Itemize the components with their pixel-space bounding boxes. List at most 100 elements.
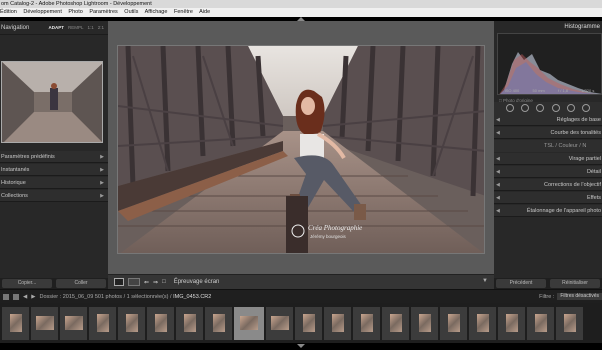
thumbnail-image [360,314,373,332]
hsl-tab[interactable]: TSL [544,143,554,149]
film-thumb[interactable] [498,306,525,340]
crop-tool-icon[interactable] [505,104,514,112]
menu-help[interactable]: Aide [199,9,210,15]
film-thumb-selected[interactable] [234,306,264,340]
thumbnail-image [534,314,547,332]
film-thumb[interactable] [382,306,409,340]
film-thumb[interactable] [324,306,351,340]
calibration-panel[interactable]: ◀ Étalonnage de l'appareil photo [494,205,602,217]
left-panel: Navigation ADAPT REMPL 1:1 2:1 Paramètre… [0,21,108,289]
film-thumb[interactable] [353,306,380,340]
menu-bar: Édition Développement Photo Paramètres O… [0,8,602,17]
thumbnail-image [389,314,402,332]
tool-strip [494,102,602,114]
triangle-left-icon: ◀ [496,208,500,214]
zoom-2-1[interactable]: 2:1 [98,25,104,30]
snapshots-panel[interactable]: Instantanés ▶ [0,164,108,176]
arrow-left-icon[interactable]: ⇐ [144,279,149,286]
file-name: IMG_0453.CR2 [173,293,212,300]
histogram[interactable]: ISO 400 50 mm f / 1,8 1/320 s [497,33,602,95]
film-thumb[interactable] [176,306,203,340]
film-thumb[interactable] [31,306,58,340]
basic-label: Réglages de base [556,117,601,123]
menu-tools[interactable]: Outils [124,9,138,15]
film-thumb[interactable] [205,306,232,340]
main-photo[interactable]: Créa Photographie Jérémy bourgeois [117,45,485,254]
effects-panel[interactable]: ◀ Effets [494,192,602,204]
photo-count: 501 photos / 1 sélectionnée(s) / [94,293,172,300]
adjustment-brush-icon[interactable] [582,104,591,112]
film-thumb[interactable] [469,306,496,340]
film-thumb[interactable] [295,306,322,340]
exif-aperture: f / 1,8 [558,88,569,93]
lens-corrections-panel[interactable]: ◀ Corrections de l'objectif [494,179,602,191]
secondary-display-icon[interactable] [13,293,19,300]
navigator-header[interactable]: Navigation ADAPT REMPL 1:1 2:1 [0,21,108,35]
split-toning-panel[interactable]: ◀ Virage partiel [494,153,602,165]
back-arrow-icon[interactable]: ◀ [23,294,27,300]
menu-edit[interactable]: Édition [0,9,17,15]
detail-panel[interactable]: ◀ Détail [494,166,602,178]
triangle-right-icon: ▶ [100,180,104,186]
window-titlebar: om Catalog-2 - Adobe Photoshop Lightroom… [0,0,602,8]
film-thumb[interactable] [147,306,174,340]
film-thumb[interactable] [118,306,145,340]
previous-button[interactable]: Précédent [496,279,546,288]
zoom-fill[interactable]: REMPL [68,25,84,30]
watermark-line1: Créa Photographie [308,224,362,232]
copy-button[interactable]: Copier... [2,279,52,288]
menu-window[interactable]: Fenêtre [174,9,193,15]
thumbnail-image [270,316,289,330]
menu-view[interactable]: Affichage [145,9,168,15]
right-bottom-bar: Précédent Réinitialiser [494,278,602,289]
window-title: om Catalog-2 - Adobe Photoshop Lightroom… [1,1,152,7]
presets-panel[interactable]: Paramètres prédéfinis ▶ [0,151,108,163]
menu-settings[interactable]: Paramètres [89,9,117,15]
color-tab[interactable]: Couleur [558,143,577,149]
lens-corrections-label: Corrections de l'objectif [544,182,601,188]
triangle-right-icon: ▶ [100,154,104,160]
graduated-filter-icon[interactable] [551,104,560,112]
zoom-1-1[interactable]: 1:1 [87,25,93,30]
develop-toolbar: ⇐ ⇒ □ Épreuvage écran ▼ [108,274,494,289]
bw-tab[interactable]: N [582,143,586,149]
film-thumb[interactable] [556,306,583,340]
film-thumb[interactable] [266,306,293,340]
red-eye-icon[interactable] [536,104,545,112]
filter-select[interactable]: Filtres désactivés [557,293,602,300]
bottom-panel-toggle[interactable] [0,343,602,350]
softproof-checkbox[interactable]: □ [162,279,166,285]
navigator-preview[interactable] [1,61,103,143]
arrow-right-icon[interactable]: ⇒ [153,279,158,286]
basic-panel[interactable]: ◀ Réglages de base [494,114,602,126]
zoom-fit[interactable]: ADAPT [48,25,64,30]
hsl-panel[interactable]: TSL / Couleur / N [494,140,602,152]
spot-removal-icon[interactable] [520,104,529,112]
chevron-down-icon[interactable]: ▼ [482,278,488,284]
thumbnail-image [331,314,344,332]
exif-iso: ISO 400 [504,88,520,93]
film-thumb[interactable] [527,306,554,340]
forward-arrow-icon[interactable]: ▶ [31,294,35,300]
thumbnail-image [64,316,83,330]
source-path[interactable]: Dossier : 2015_06_09 501 photos / 1 séle… [39,294,211,300]
loupe-view-icon[interactable] [114,278,124,286]
grid-icon[interactable] [3,293,9,300]
thumbnail-image [240,316,258,330]
tone-curve-panel[interactable]: ◀ Courbe des tonalités [494,127,602,139]
paste-button[interactable]: Coller [56,279,106,288]
collections-label: Collections [1,193,28,199]
reset-button[interactable]: Réinitialiser [550,279,600,288]
menu-photo[interactable]: Photo [68,9,82,15]
compare-view-icon[interactable] [128,278,140,286]
menu-develop[interactable]: Développement [23,9,62,15]
film-thumb[interactable] [440,306,467,340]
film-thumb[interactable] [60,306,87,340]
film-thumb[interactable] [2,306,29,340]
history-panel[interactable]: Historique ▶ [0,177,108,189]
collections-panel[interactable]: Collections ▶ [0,190,108,202]
film-thumb[interactable] [411,306,438,340]
thumbnail-image [212,314,225,332]
radial-filter-icon[interactable] [566,104,575,112]
film-thumb[interactable] [89,306,116,340]
